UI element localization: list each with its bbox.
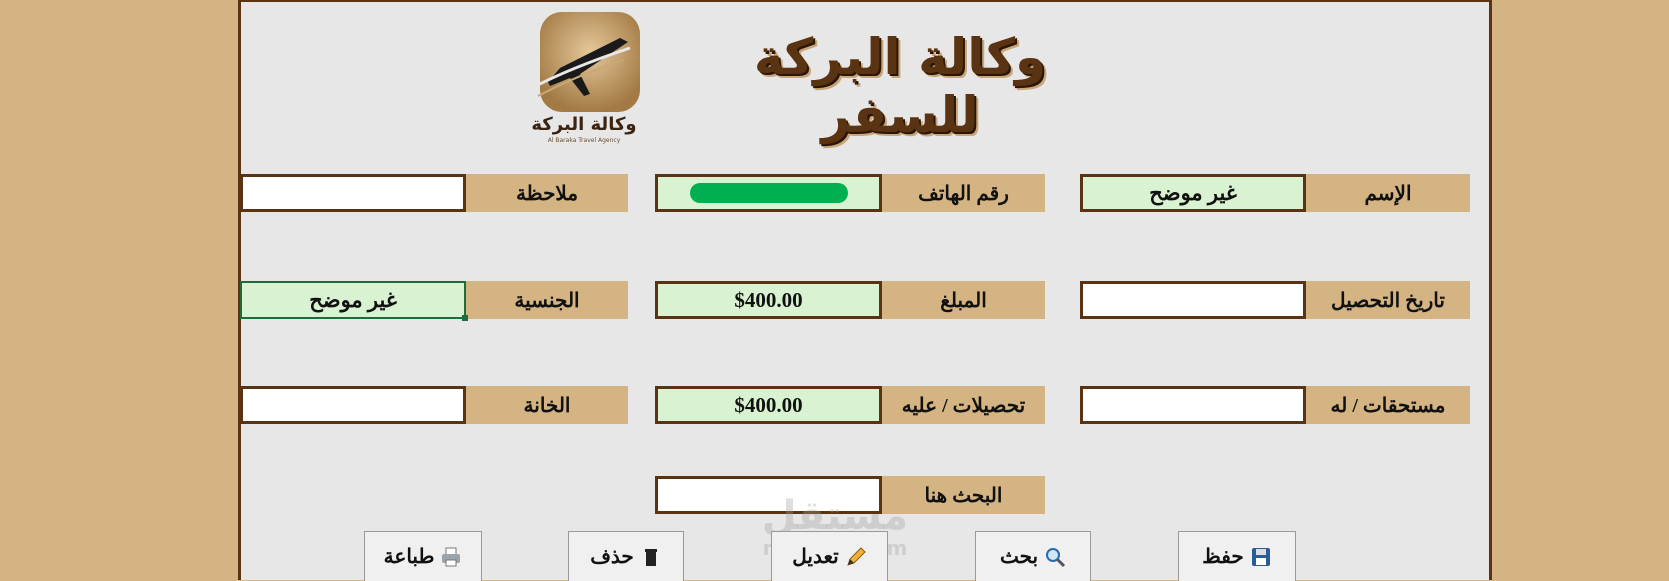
delete-label: حذف (590, 546, 634, 568)
name-label: الإسم (1306, 174, 1470, 212)
printer-icon (440, 546, 462, 568)
selection-handle[interactable] (462, 315, 468, 321)
save-button[interactable]: حفظ (1178, 531, 1296, 581)
dues-field[interactable] (1080, 386, 1306, 424)
note-label: ملاحظة (466, 174, 628, 212)
logo-text: وكالة البركة (531, 114, 636, 135)
slot-label: الخانة (466, 386, 628, 424)
edit-label: تعديل (792, 546, 839, 568)
trash-icon (640, 546, 662, 568)
magnifier-icon (1044, 546, 1066, 568)
print-label: طباعة (383, 546, 435, 568)
search-button-label: بحث (999, 546, 1039, 568)
edit-button[interactable]: تعديل (771, 531, 888, 581)
collection-date-field[interactable] (1080, 281, 1306, 319)
nationality-value: غير موضح (309, 287, 397, 312)
page-title: وكالة البركة للسفر (753, 28, 1047, 144)
floppy-disk-icon (1250, 546, 1272, 568)
search-button[interactable]: بحث (975, 531, 1091, 581)
save-label: حفظ (1202, 546, 1244, 568)
collections-field[interactable]: $400.00 (655, 386, 882, 424)
dues-label: مستحقات / له (1306, 386, 1470, 424)
redaction-mark (689, 183, 848, 203)
print-button[interactable]: طباعة (364, 531, 482, 581)
collections-label: تحصيلات / عليه (882, 386, 1045, 424)
agency-logo: وكالة البركة Al Baraka Travel Agency (520, 8, 648, 148)
phone-field[interactable] (655, 174, 882, 212)
logo-subtext: Al Baraka Travel Agency (548, 137, 621, 144)
pencil-icon (845, 546, 867, 568)
collection-date-label: تاريخ التحصيل (1306, 281, 1470, 319)
slot-field[interactable] (240, 386, 466, 424)
amount-field[interactable]: $400.00 (655, 281, 882, 319)
delete-button[interactable]: حذف (568, 531, 684, 581)
nationality-field[interactable]: غير موضح (240, 281, 468, 321)
name-field[interactable]: غير موضح (1080, 174, 1306, 212)
amount-label: المبلغ (882, 281, 1045, 319)
phone-label: رقم الهاتف (882, 174, 1045, 212)
note-field[interactable] (240, 174, 466, 212)
nationality-label: الجنسية (466, 281, 628, 319)
